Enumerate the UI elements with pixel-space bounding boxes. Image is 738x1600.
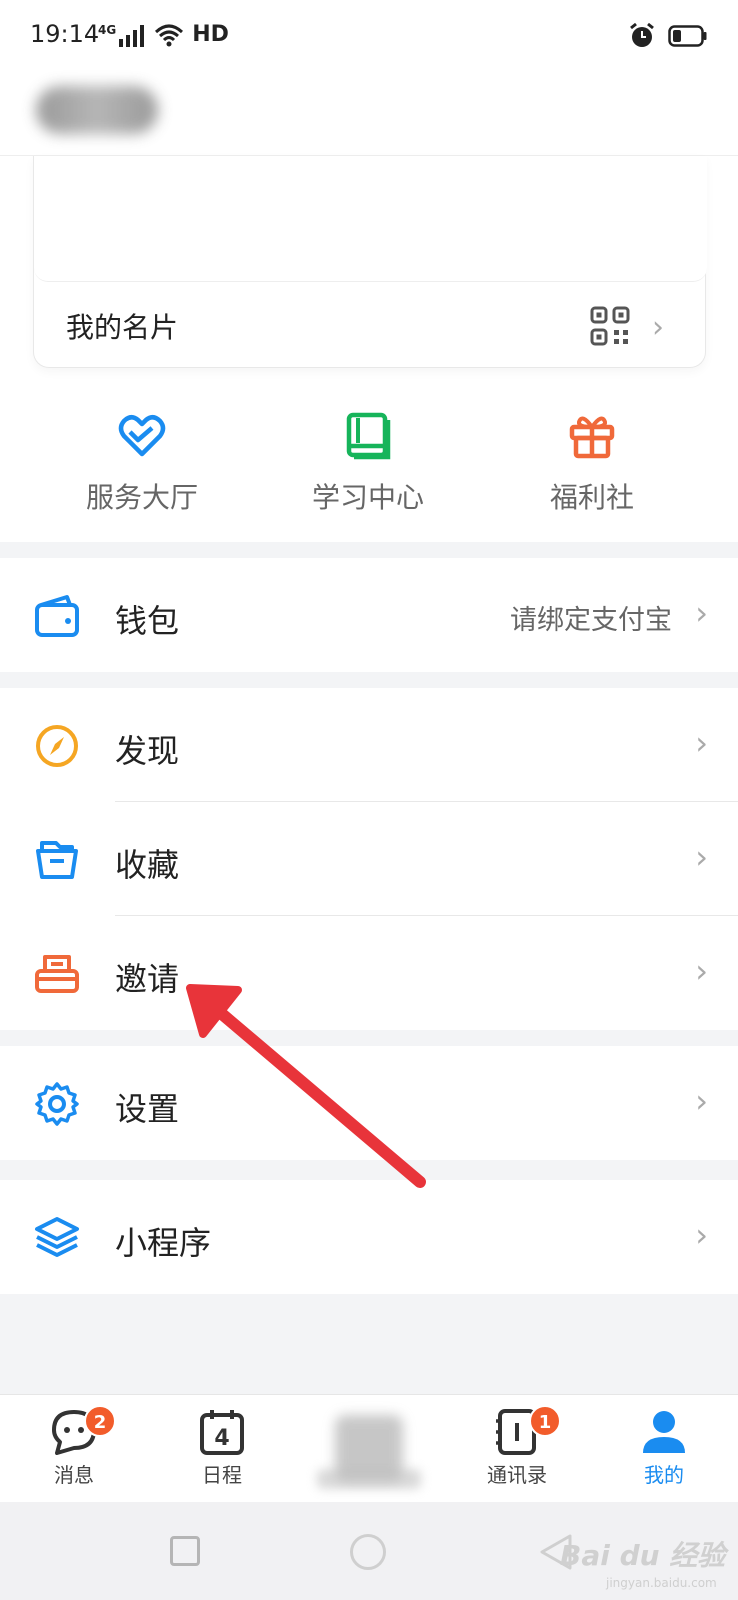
cellular-signal-icon xyxy=(119,25,145,47)
quick-action-label: 福利社 xyxy=(549,481,634,514)
book-icon xyxy=(346,412,391,460)
blurred-scan-label xyxy=(317,1469,421,1489)
compass-icon xyxy=(36,725,78,767)
menu-group-settings: 设置 › xyxy=(0,1046,738,1160)
status-time: 19:14 xyxy=(30,20,100,48)
menu-item-settings[interactable]: 设置 › xyxy=(0,1046,738,1160)
unread-badge: 1 xyxy=(529,1405,561,1437)
network-type-label: 4G xyxy=(98,23,117,37)
tab-calendar[interactable]: 4 日程 xyxy=(148,1395,296,1503)
recent-apps-button[interactable] xyxy=(170,1536,200,1566)
bottom-tab-bar: 消息 2 4 日程 通讯录 1 我的 xyxy=(0,1394,738,1502)
system-nav-bar: Bai du 经验 jingyan.baidu.com xyxy=(0,1502,738,1600)
tab-label: 通讯录 xyxy=(487,1463,547,1487)
wallet-icon xyxy=(35,595,79,637)
tab-messages[interactable]: 消息 2 xyxy=(0,1395,148,1503)
tab-scan[interactable] xyxy=(295,1395,443,1503)
watermark-logo-text: Bai du 经验 xyxy=(560,1539,726,1572)
tab-label: 消息 xyxy=(54,1463,94,1487)
menu-item-discover[interactable]: 发现 › xyxy=(0,688,738,802)
quick-action-service-hall[interactable]: 服务大厅 xyxy=(52,410,232,520)
status-right-icons xyxy=(628,22,708,50)
tab-label: 日程 xyxy=(202,1463,242,1487)
quick-action-label: 服务大厅 xyxy=(85,481,198,514)
tab-mine[interactable]: 我的 xyxy=(590,1395,738,1503)
invite-icon xyxy=(35,955,79,993)
menu-item-mini-programs[interactable]: 小程序 › xyxy=(0,1180,738,1294)
profile-area: 我的名片 › 服务大厅 学习中心 福利社 xyxy=(0,156,738,542)
chevron-right-icon: › xyxy=(695,1216,708,1254)
menu-item-label: 收藏 xyxy=(115,846,180,884)
menu-group-wallet: 钱包 请绑定支付宝 › xyxy=(0,558,738,672)
hd-label: HD xyxy=(192,22,229,47)
menu-group-mini-programs: 小程序 › xyxy=(0,1180,738,1294)
chevron-right-icon: › xyxy=(695,952,708,990)
chevron-right-icon: › xyxy=(695,1082,708,1120)
menu-item-favorites[interactable]: 收藏 › xyxy=(0,802,738,916)
chevron-right-icon: › xyxy=(695,724,708,762)
tab-label: 我的 xyxy=(644,1463,684,1487)
card-top-area xyxy=(34,156,707,282)
gear-icon xyxy=(35,1082,79,1126)
folder-icon xyxy=(36,841,78,879)
business-card-label: 我的名片 xyxy=(66,311,179,344)
tab-contacts[interactable]: 通讯录 1 xyxy=(443,1395,591,1503)
watermark-url: jingyan.baidu.com xyxy=(606,1576,717,1590)
profile-header xyxy=(0,76,738,156)
heart-icon xyxy=(118,415,166,457)
menu-group-discover: 发现 › 收藏 › 邀请 › xyxy=(0,688,738,1030)
menu-item-label: 发现 xyxy=(115,732,180,770)
chevron-right-icon: › xyxy=(695,838,708,876)
menu-item-invite[interactable]: 邀请 › xyxy=(0,916,738,1030)
gift-icon xyxy=(569,416,615,459)
menu-item-label: 邀请 xyxy=(115,960,180,998)
menu-item-label: 小程序 xyxy=(115,1224,212,1262)
blurred-user-name xyxy=(36,86,158,134)
wifi-icon xyxy=(155,24,184,47)
quick-action-learning-center[interactable]: 学习中心 xyxy=(278,410,458,520)
business-card[interactable]: 我的名片 › xyxy=(33,156,707,368)
calendar-day-number: 4 xyxy=(214,1426,229,1451)
menu-item-label: 钱包 xyxy=(115,602,180,640)
quick-action-label: 学习中心 xyxy=(311,481,424,514)
status-left-icons: 4G HD xyxy=(98,22,229,47)
chevron-right-icon: › xyxy=(695,594,708,632)
menu-item-wallet[interactable]: 钱包 请绑定支付宝 › xyxy=(0,558,738,672)
qr-code-icon[interactable] xyxy=(590,306,630,346)
calendar-icon: 4 xyxy=(200,1410,244,1455)
status-bar: 19:14 4G HD xyxy=(0,0,738,76)
user-icon xyxy=(643,1411,685,1453)
chevron-right-icon: › xyxy=(652,310,664,345)
wallet-status-value: 请绑定支付宝 xyxy=(510,605,672,636)
quick-action-welfare[interactable]: 福利社 xyxy=(502,410,682,520)
menu-item-label: 设置 xyxy=(115,1090,180,1128)
alarm-icon xyxy=(630,22,654,47)
unread-badge: 2 xyxy=(84,1405,116,1437)
battery-icon xyxy=(668,25,707,47)
layers-icon xyxy=(35,1217,79,1257)
home-button[interactable] xyxy=(350,1534,386,1570)
